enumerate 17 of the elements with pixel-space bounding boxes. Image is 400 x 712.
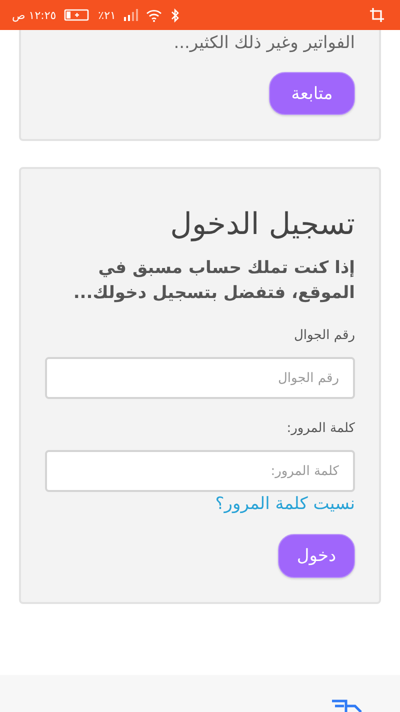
signal-icon <box>124 9 138 21</box>
bluetooth-icon <box>170 8 180 22</box>
forgot-password-link[interactable]: نسيت كلمة المرور؟ <box>215 494 355 514</box>
intro-text: الفواتير وغير ذلك الكثير... <box>174 32 355 55</box>
field-label: كلمة المرور: <box>286 421 355 436</box>
field-label: رقم الجوال <box>294 328 355 343</box>
login-subtitle: إذا كنت تملك حساب مسبق في الموقع، فتفضل بتسجيل دخولك... <box>72 257 355 305</box>
login-title: تسجيل الدخول <box>170 207 355 242</box>
battery-percent-text: ٪٢١ <box>98 8 116 22</box>
continue-button[interactable]: متابعة <box>269 72 355 115</box>
login-button[interactable]: دخول <box>278 534 355 578</box>
wifi-icon <box>146 8 162 22</box>
clock-text: ١٢:٢٥ ص <box>12 8 56 22</box>
crop-icon <box>370 8 384 22</box>
input-field[interactable]: رقم الجوال <box>45 357 355 399</box>
input-field[interactable]: كلمة المرور: <box>45 450 355 492</box>
battery-icon <box>64 9 90 21</box>
